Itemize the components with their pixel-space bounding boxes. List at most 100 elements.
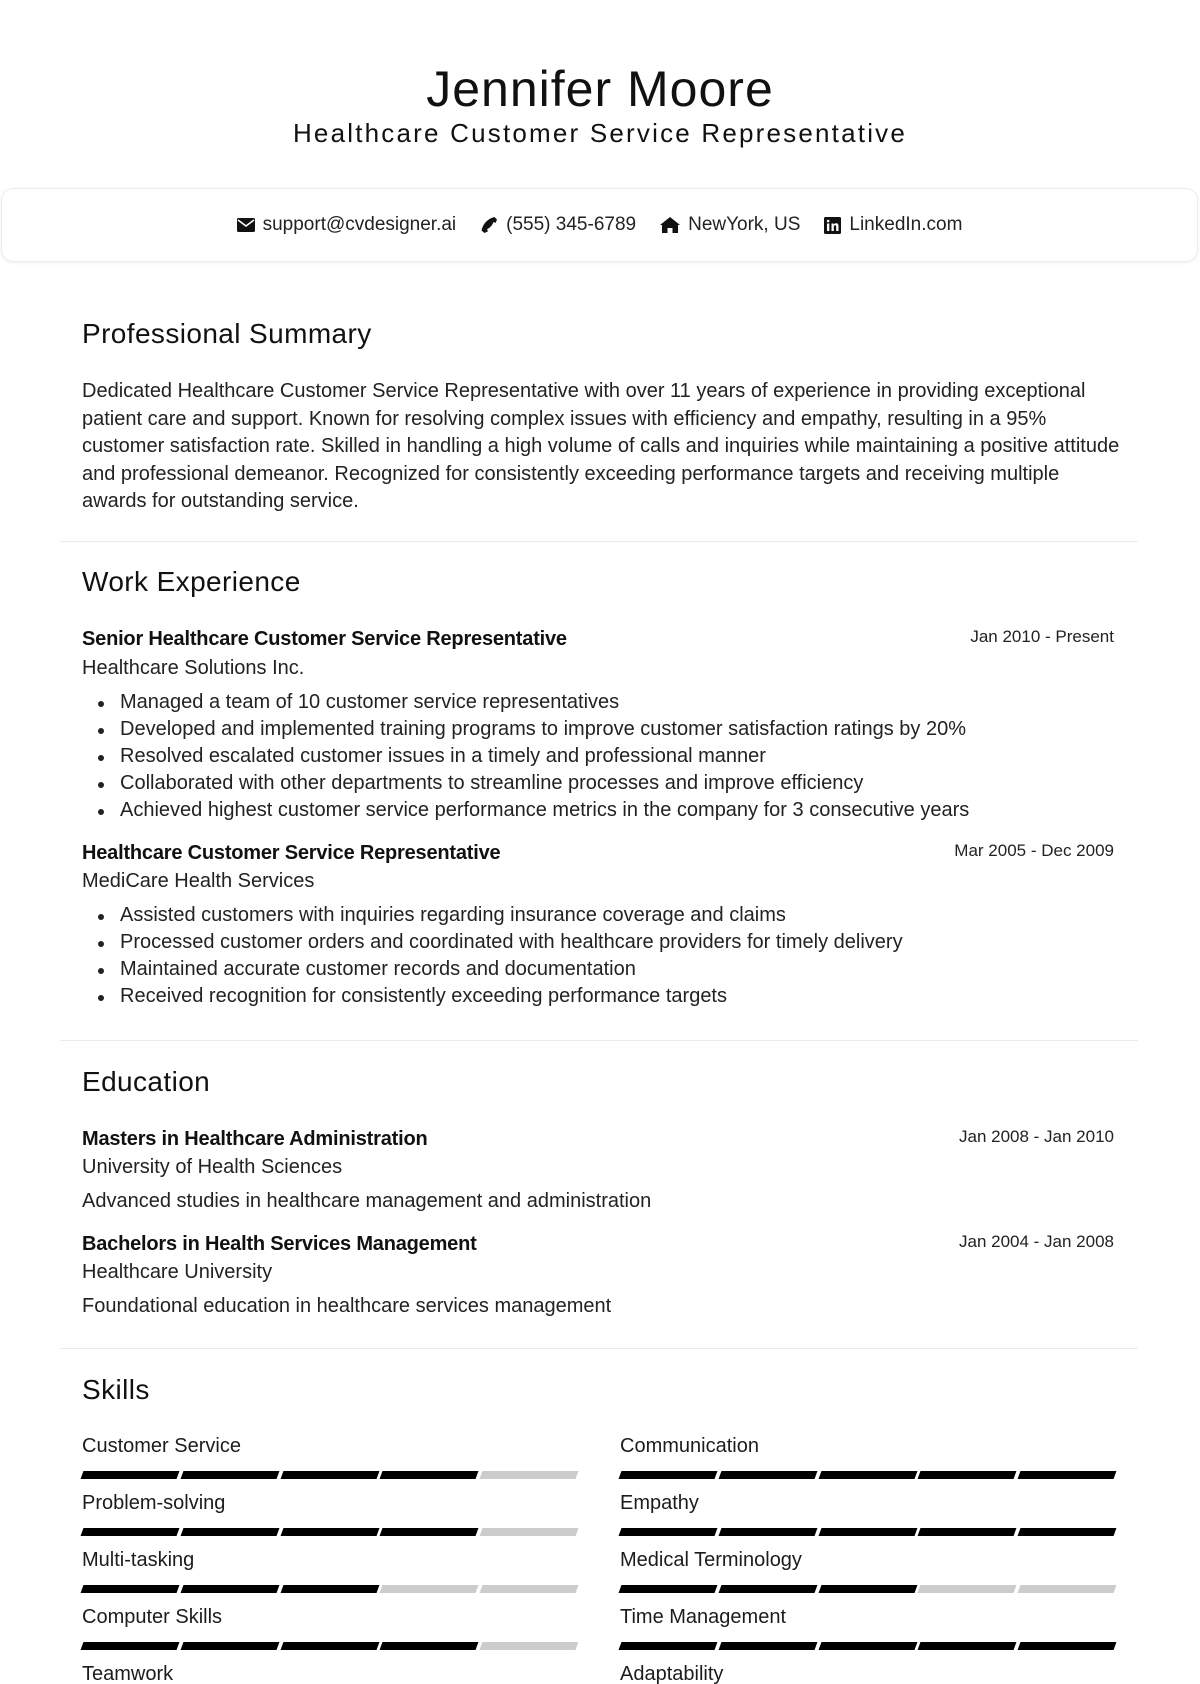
- skill-item: Problem-solving: [80, 1492, 579, 1536]
- skill-segment-filled: [818, 1471, 917, 1479]
- home-icon: [660, 217, 681, 233]
- skill-segment-filled: [80, 1642, 180, 1650]
- skill-segment-filled: [818, 1642, 917, 1650]
- skill-segment-filled: [80, 1585, 180, 1593]
- job-bullets: Managed a team of 10 customer service re…: [82, 689, 1122, 824]
- skill-segment-filled: [280, 1528, 379, 1536]
- skill-item: Multi-tasking: [80, 1549, 579, 1593]
- skill-segment-filled: [280, 1471, 379, 1479]
- phone-icon: [480, 216, 498, 234]
- skill-item: Adaptability: [620, 1663, 1115, 1684]
- candidate-title: Healthcare Customer Service Representati…: [292, 118, 908, 148]
- skill-segment-empty: [479, 1585, 579, 1593]
- phone-text: (555) 345-6789: [506, 214, 637, 235]
- degree-title: Masters in Healthcare Administration: [82, 1128, 428, 1150]
- skill-segment-filled: [180, 1642, 280, 1650]
- skills-heading: Skills: [82, 1374, 150, 1405]
- skill-segment-filled: [80, 1528, 180, 1536]
- job-bullet: Developed and implemented training progr…: [82, 716, 1122, 743]
- skill-segment-filled: [379, 1642, 479, 1650]
- envelope-icon: [236, 218, 255, 232]
- skill-segment-filled: [718, 1585, 818, 1593]
- skill-segment-empty: [917, 1585, 1017, 1593]
- contact-phone[interactable]: (555) 345-6789: [480, 214, 636, 236]
- skill-label: Teamwork: [82, 1663, 174, 1684]
- section-divider: [60, 1040, 1138, 1041]
- skill-segment-filled: [280, 1642, 379, 1650]
- skill-level-bar: [618, 1642, 1117, 1650]
- skill-segment-filled: [917, 1642, 1017, 1650]
- skill-item: Communication: [618, 1435, 1117, 1479]
- skill-segment-filled: [718, 1642, 818, 1650]
- skill-segment-filled: [618, 1471, 718, 1479]
- skill-segment-filled: [618, 1642, 718, 1650]
- skill-segment-empty: [479, 1471, 579, 1479]
- job-dates: Jan 2010 - Present: [970, 627, 1114, 646]
- skill-label: Medical Terminology: [620, 1549, 802, 1571]
- skill-level-bar: [80, 1585, 579, 1593]
- skill-segment-filled: [1017, 1642, 1117, 1650]
- skill-label: Adaptability: [620, 1663, 724, 1684]
- skill-segment-filled: [917, 1471, 1017, 1479]
- skill-segment-empty: [379, 1585, 479, 1593]
- job-bullet: Maintained accurate customer records and…: [82, 956, 1122, 983]
- job-bullet: Processed customer orders and coordinate…: [82, 929, 1122, 956]
- skill-segment-filled: [379, 1471, 479, 1479]
- skill-level-bar: [618, 1528, 1117, 1536]
- skill-segment-filled: [1017, 1471, 1117, 1479]
- skill-segment-filled: [1017, 1528, 1117, 1536]
- email-text: support@cvdesigner.ai: [262, 214, 457, 235]
- skill-item: Medical Terminology: [618, 1549, 1117, 1593]
- skill-label: Multi-tasking: [82, 1549, 195, 1571]
- degree-description: Advanced studies in healthcare managemen…: [82, 1190, 652, 1212]
- contact-email[interactable]: support@cvdesigner.ai: [236, 214, 457, 236]
- contact-bar: support@cvdesigner.ai (555) 345-6789 New…: [1, 188, 1198, 262]
- skill-item: Teamwork: [82, 1663, 577, 1684]
- skill-label: Empathy: [620, 1492, 699, 1514]
- job-bullet: Managed a team of 10 customer service re…: [82, 689, 1122, 716]
- skill-level-bar: [618, 1471, 1117, 1479]
- degree-dates: Jan 2008 - Jan 2010: [958, 1127, 1114, 1146]
- skill-item: Empathy: [618, 1492, 1117, 1536]
- job-bullet: Resolved escalated customer issues in a …: [82, 743, 1122, 770]
- skill-segment-filled: [818, 1528, 917, 1536]
- skill-segment-filled: [280, 1585, 379, 1593]
- skill-label: Problem-solving: [82, 1492, 226, 1514]
- skill-segment-filled: [618, 1528, 718, 1536]
- summary-text: Dedicated Healthcare Customer Service Re…: [82, 380, 1120, 512]
- skill-label: Computer Skills: [82, 1606, 223, 1628]
- section-divider: [60, 541, 1138, 542]
- skill-level-bar: [80, 1471, 579, 1479]
- skill-segment-filled: [180, 1528, 280, 1536]
- skill-segment-empty: [479, 1528, 579, 1536]
- skill-item: Time Management: [618, 1606, 1117, 1650]
- experience-heading: Work Experience: [82, 566, 301, 597]
- skill-label: Time Management: [620, 1606, 786, 1628]
- skill-label: Customer Service: [82, 1435, 241, 1457]
- skill-segment-empty: [1017, 1585, 1117, 1593]
- contact-location: NewYork, US: [660, 214, 800, 236]
- skill-level-bar: [618, 1585, 1117, 1593]
- skill-level-bar: [80, 1642, 579, 1650]
- degree-dates: Jan 2004 - Jan 2008: [958, 1232, 1114, 1251]
- skill-item: Customer Service: [80, 1435, 579, 1479]
- school-name: University of Health Sciences: [82, 1156, 343, 1178]
- degree-description: Foundational education in healthcare ser…: [82, 1295, 612, 1317]
- job-bullets: Assisted customers with inquiries regard…: [82, 902, 1122, 1010]
- skill-level-bar: [80, 1528, 579, 1536]
- skill-item: Computer Skills: [80, 1606, 579, 1650]
- linkedin-icon: [824, 216, 842, 234]
- job-bullet: Achieved highest customer service perfor…: [82, 797, 1122, 824]
- job-bullet: Collaborated with other departments to s…: [82, 770, 1122, 797]
- skill-segment-filled: [718, 1471, 818, 1479]
- job-title: Senior Healthcare Customer Service Repre…: [82, 628, 567, 650]
- job-title: Healthcare Customer Service Representati…: [82, 842, 501, 864]
- job-dates: Mar 2005 - Dec 2009: [954, 841, 1114, 860]
- job-company: MediCare Health Services: [82, 870, 315, 892]
- skill-segment-filled: [618, 1585, 718, 1593]
- contact-linkedin[interactable]: LinkedIn.com: [824, 214, 962, 236]
- job-bullet: Received recognition for consistently ex…: [82, 983, 1122, 1010]
- skill-segment-filled: [80, 1471, 180, 1479]
- education-heading: Education: [82, 1066, 211, 1097]
- candidate-name: Jennifer Moore: [426, 61, 774, 117]
